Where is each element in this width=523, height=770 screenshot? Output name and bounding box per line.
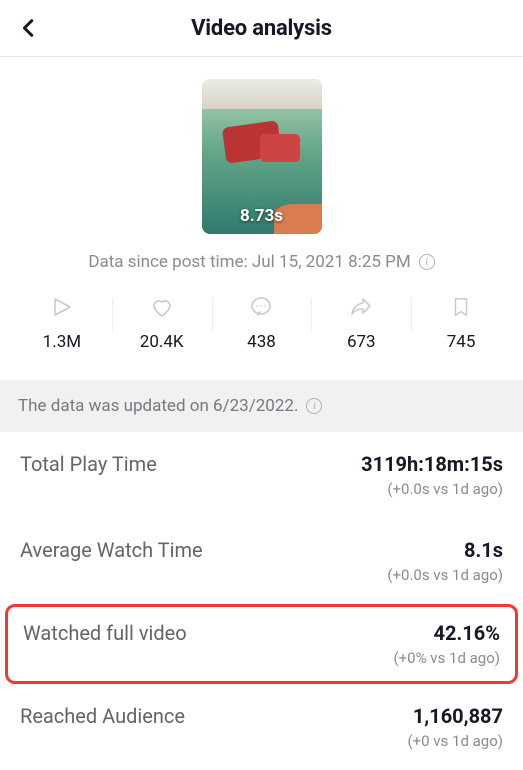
metric-label: Reached Audience bbox=[20, 704, 185, 728]
header: Video analysis bbox=[0, 0, 523, 56]
metric-label: Average Watch Time bbox=[20, 538, 203, 562]
highlight-watched-full-video: Watched full video 42.16% (+0% vs 1d ago… bbox=[5, 604, 518, 684]
metric-delta: (+0% vs 1d ago) bbox=[394, 649, 500, 667]
bookmark-icon bbox=[450, 294, 472, 320]
play-icon bbox=[50, 294, 74, 320]
metric-delta: (+0 vs 1d ago) bbox=[408, 732, 504, 750]
video-duration: 8.73s bbox=[202, 206, 322, 226]
metric-label: Watched full video bbox=[23, 621, 187, 645]
page-title: Video analysis bbox=[191, 16, 332, 41]
stat-saves-value: 745 bbox=[447, 332, 476, 352]
metric-value: 3119h:18m:15s bbox=[361, 452, 503, 476]
metric-reached-audience[interactable]: Reached Audience 1,160,887 (+0 vs 1d ago… bbox=[0, 684, 523, 770]
stats-row: 1.3M 20.4K 438 673 745 bbox=[0, 294, 523, 380]
metric-label: Total Play Time bbox=[20, 452, 157, 476]
stat-comments-value: 438 bbox=[247, 332, 276, 352]
stat-likes[interactable]: 20.4K bbox=[112, 294, 212, 352]
post-time-text: Data since post time: Jul 15, 2021 8:25 … bbox=[88, 252, 410, 272]
metric-watched-full-video[interactable]: Watched full video 42.16% (+0% vs 1d ago… bbox=[8, 607, 515, 681]
stat-shares[interactable]: 673 bbox=[311, 294, 411, 352]
stat-likes-value: 20.4K bbox=[140, 332, 184, 352]
metric-value: 1,160,887 bbox=[408, 704, 504, 728]
stat-shares-value: 673 bbox=[347, 332, 376, 352]
update-bar: The data was updated on 6/23/2022. i bbox=[0, 380, 523, 432]
stat-plays[interactable]: 1.3M bbox=[12, 294, 112, 352]
metric-value: 8.1s bbox=[387, 538, 503, 562]
stat-saves[interactable]: 745 bbox=[411, 294, 511, 352]
metric-average-watch-time[interactable]: Average Watch Time 8.1s (+0.0s vs 1d ago… bbox=[0, 518, 523, 604]
video-thumbnail[interactable]: 8.73s bbox=[202, 79, 322, 234]
metric-delta: (+0.0s vs 1d ago) bbox=[361, 480, 503, 498]
post-time-row: Data since post time: Jul 15, 2021 8:25 … bbox=[0, 252, 523, 272]
stat-comments[interactable]: 438 bbox=[212, 294, 312, 352]
heart-icon bbox=[149, 294, 175, 320]
share-icon bbox=[348, 294, 374, 320]
stat-plays-value: 1.3M bbox=[43, 332, 81, 352]
metric-total-play-time[interactable]: Total Play Time 3119h:18m:15s (+0.0s vs … bbox=[0, 432, 523, 518]
info-icon[interactable]: i bbox=[306, 398, 322, 414]
info-icon[interactable]: i bbox=[419, 254, 435, 270]
metric-value: 42.16% bbox=[394, 621, 500, 645]
metric-delta: (+0.0s vs 1d ago) bbox=[387, 566, 503, 584]
update-bar-text: The data was updated on 6/23/2022. bbox=[18, 396, 298, 416]
divider bbox=[0, 56, 523, 57]
comment-icon bbox=[248, 294, 274, 320]
back-button[interactable] bbox=[18, 17, 40, 39]
chevron-left-icon bbox=[18, 17, 40, 39]
